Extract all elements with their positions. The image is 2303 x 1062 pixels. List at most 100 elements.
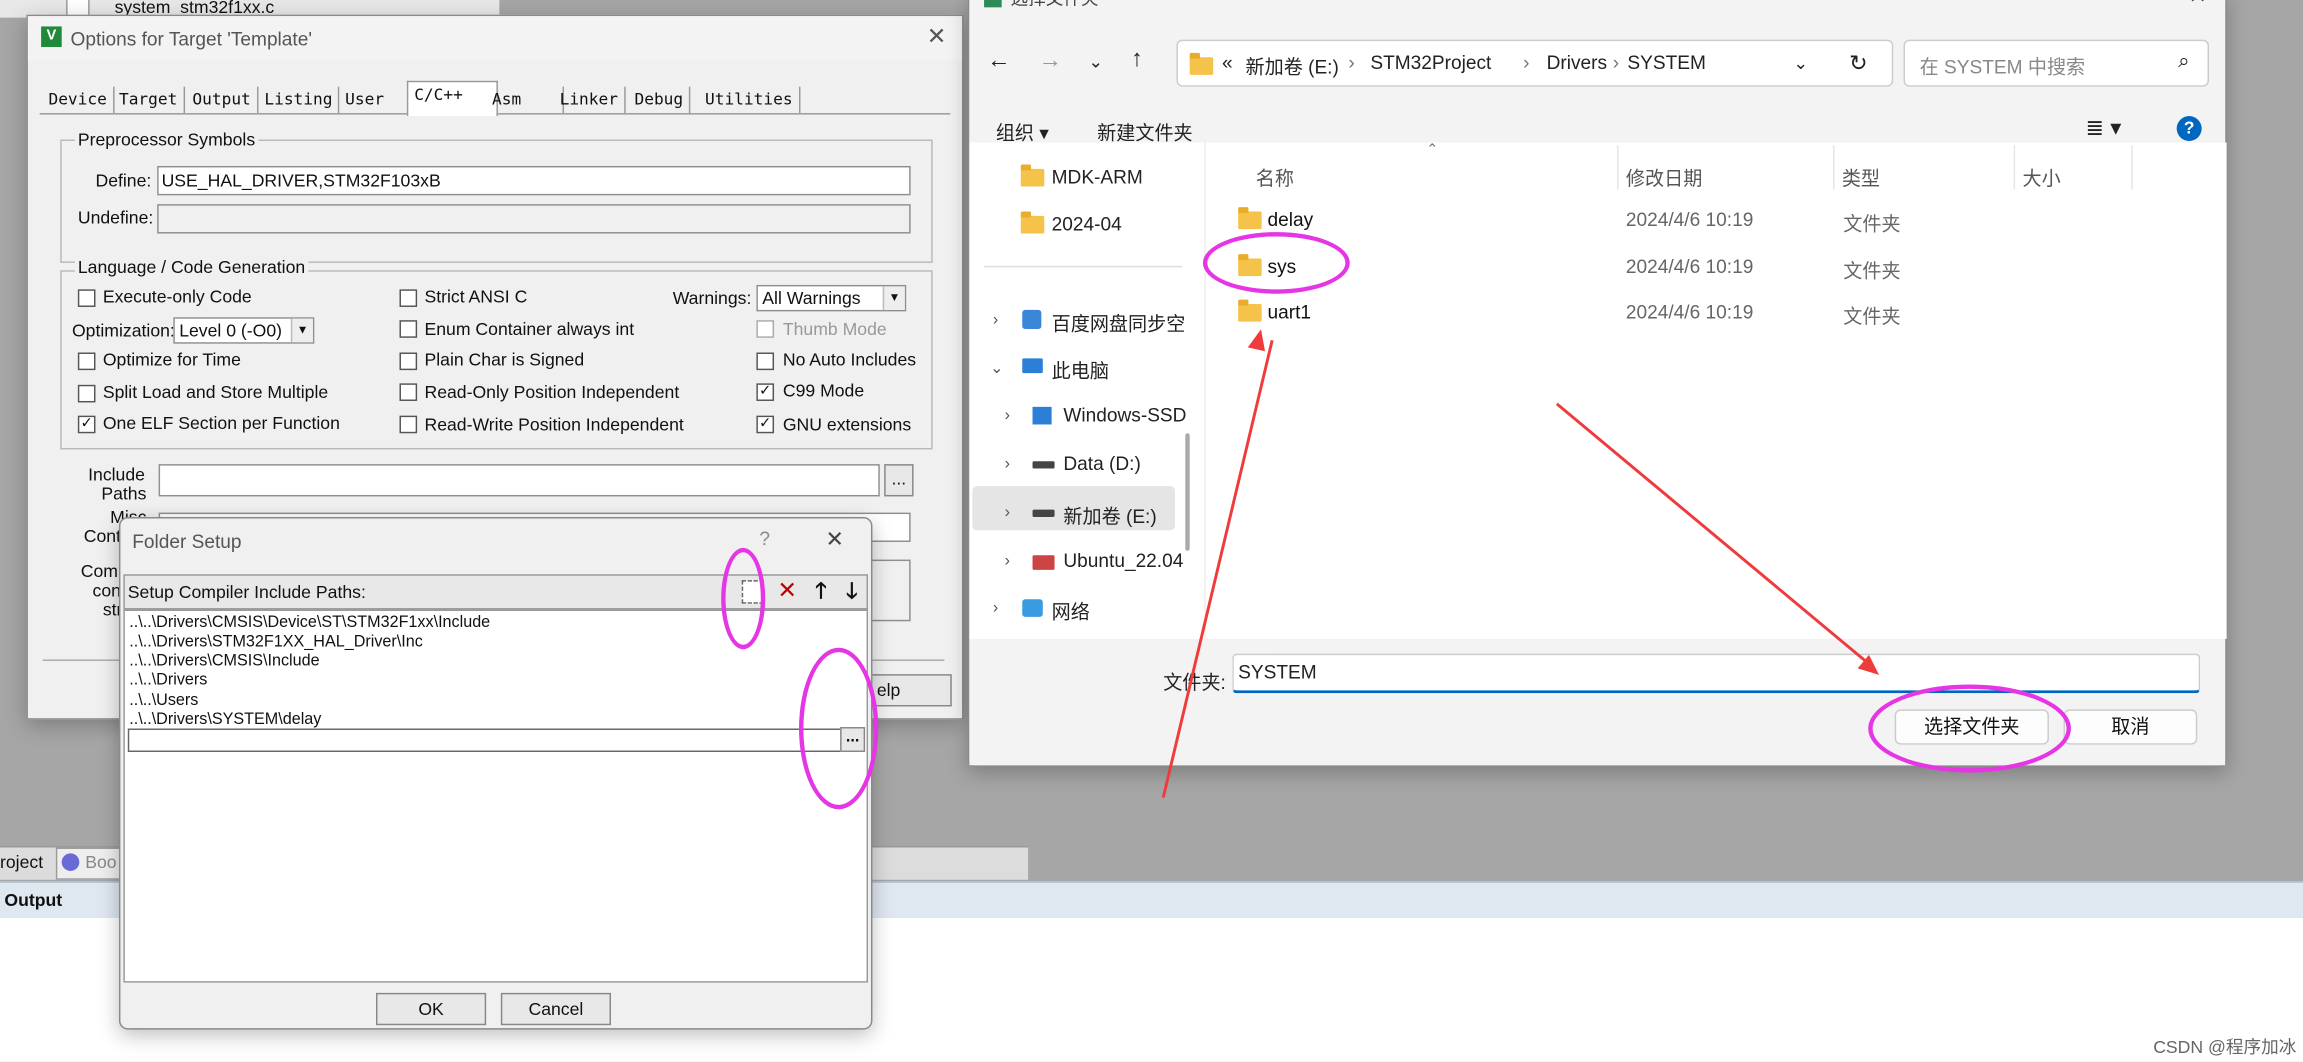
define-input[interactable]: USE_HAL_DRIVER,STM32F103xB [157, 165, 911, 196]
organize-button[interactable]: 组织 ▾ [996, 118, 1049, 146]
up-icon[interactable]: ↑ [1131, 47, 1143, 73]
address-chevron-down-icon[interactable]: ⌄ [1793, 53, 1808, 74]
folder-icon [1020, 164, 1045, 187]
chevron-right-icon[interactable]: › [993, 599, 998, 617]
breadcrumb-system[interactable]: SYSTEM [1627, 51, 1706, 73]
chevron-right-icon[interactable]: › [1005, 455, 1010, 473]
execute-only-checkbox[interactable] [77, 289, 96, 307]
tab-user[interactable]: User [339, 86, 412, 114]
chevron-right-icon[interactable]: › [1005, 407, 1010, 425]
path-item[interactable]: ..\..\Users [129, 692, 198, 710]
ro-pos-checkbox[interactable] [399, 383, 418, 401]
enum-container-checkbox[interactable] [399, 320, 418, 338]
folder-icon [1238, 299, 1262, 322]
view-list-icon[interactable]: ≣ ▾ [2086, 115, 2122, 141]
tab-device[interactable]: Device [43, 86, 115, 114]
path-item[interactable]: ..\..\Drivers\CMSIS\Device\ST\STM32F1xx\… [129, 614, 490, 632]
split-load-checkbox[interactable] [77, 384, 96, 403]
ok-button[interactable]: OK [376, 992, 487, 1026]
column-size[interactable]: 大小 [2022, 163, 2060, 191]
nav-item-data-d[interactable]: Data (D:) [1063, 452, 1140, 474]
nav-item-mdk-arm[interactable]: MDK-ARM [1052, 166, 1143, 188]
tab-c-cpp[interactable]: C/C++ [406, 80, 498, 117]
tab-debug[interactable]: Debug [629, 86, 691, 114]
project-tab[interactable]: roject [0, 852, 43, 873]
breadcrumb-drivers[interactable]: Drivers [1547, 51, 1607, 73]
tab-utilities[interactable]: Utilities [699, 86, 800, 114]
chevron-right-icon[interactable]: › [1005, 552, 1010, 570]
back-icon[interactable]: ← [987, 48, 1011, 74]
file-dialog-close-icon[interactable]: ✕ [2188, 0, 2206, 9]
options-close-icon[interactable]: ✕ [927, 22, 947, 51]
column-date[interactable]: 修改日期 [1626, 163, 1702, 191]
address-bar[interactable]: « 新加卷 (E:) › STM32Project › Drivers › SY… [1176, 39, 1894, 87]
warnings-label: Warnings: [672, 287, 752, 309]
nav-item-network[interactable]: 网络 [1052, 596, 1090, 624]
chevron-down-icon[interactable]: ⌄ [990, 358, 1004, 378]
path-item[interactable]: ..\..\Drivers\SYSTEM\delay [129, 711, 321, 729]
rw-pos-checkbox[interactable] [399, 415, 418, 434]
refresh-icon[interactable]: ↻ [1849, 50, 1867, 76]
nav-item-drive-e[interactable]: 新加卷 (E:) [1063, 501, 1156, 529]
warnings-value: All Warnings [762, 287, 861, 309]
no-auto-includes-checkbox[interactable] [756, 352, 775, 371]
search-input[interactable]: 在 SYSTEM 中搜索 [1920, 51, 2086, 79]
gnu-extensions-checkbox[interactable]: ✓ [756, 415, 775, 434]
tab-asm[interactable]: Asm [486, 86, 564, 114]
optimization-select[interactable]: Level 0 (-O0) ▼ [173, 317, 315, 344]
new-folder-button[interactable]: 新建文件夹 [1097, 118, 1192, 146]
strict-ansi-checkbox[interactable] [399, 289, 418, 307]
tab-output[interactable]: Output [187, 86, 259, 114]
move-up-icon[interactable]: 🡑 [806, 576, 835, 605]
breadcrumb-stm32project[interactable]: STM32Project [1370, 51, 1491, 73]
nav-item-baidu[interactable]: 百度网盘同步空 [1052, 308, 1186, 336]
help-icon[interactable]: ? [759, 527, 770, 549]
tab-listing[interactable]: Listing [259, 86, 340, 114]
include-browse-button[interactable]: ... [884, 464, 914, 497]
chevron-right-icon[interactable]: › [1005, 504, 1010, 522]
path-item[interactable]: ..\..\Drivers [129, 671, 207, 689]
tab-linker[interactable]: Linker [554, 86, 626, 114]
move-down-icon[interactable]: 🡓 [837, 576, 866, 605]
plain-char-checkbox[interactable] [399, 352, 418, 371]
folder-icon [1020, 211, 1045, 234]
nav-item-ubuntu[interactable]: Ubuntu_22.04 [1063, 549, 1183, 571]
forward-icon[interactable]: → [1038, 48, 1062, 74]
cancel-button[interactable]: Cancel [500, 992, 611, 1026]
path-edit-input[interactable] [127, 728, 845, 752]
c99-mode-checkbox[interactable]: ✓ [756, 383, 775, 401]
folder-input[interactable]: SYSTEM [1232, 653, 2201, 694]
table-row[interactable]: uart1 2024/4/6 10:19 文件夹 [1206, 291, 2219, 332]
recent-chevron-icon[interactable]: ⌄ [1088, 51, 1103, 72]
thumb-mode-checkbox[interactable] [756, 320, 775, 338]
breadcrumb-drive-e[interactable]: 新加卷 (E:) [1246, 51, 1339, 79]
nav-item-windows-ssd[interactable]: Windows-SSD [1063, 404, 1186, 426]
file-dialog-cancel-button[interactable]: 取消 [2063, 709, 2198, 745]
compiler-control-label-2: con [92, 580, 121, 601]
screen: system_stm32f1xx.c roject Boo Output V O… [0, 0, 2303, 1062]
delete-icon[interactable]: ✕ [773, 576, 802, 605]
file-type: 文件夹 [1843, 212, 1901, 235]
nav-item-this-pc[interactable]: 此电脑 [1052, 355, 1109, 383]
one-elf-checkbox[interactable]: ✓ [77, 415, 96, 434]
undefine-input[interactable] [157, 204, 911, 234]
nav-scrollbar[interactable] [1185, 433, 1190, 551]
search-box[interactable]: 在 SYSTEM 中搜索 ⌕ [1903, 39, 2209, 87]
table-row[interactable]: delay 2024/4/6 10:19 文件夹 [1206, 198, 2219, 239]
path-item[interactable]: ..\..\Drivers\STM32F1XX_HAL_Driver\Inc [129, 633, 423, 651]
help-icon[interactable]: ? [2176, 116, 2202, 141]
books-tab[interactable]: Boo [55, 847, 124, 880]
warnings-select[interactable]: All Warnings ▼ [756, 284, 907, 312]
path-item[interactable]: ..\..\Drivers\CMSIS\Include [129, 652, 319, 670]
nav-item-2024-04[interactable]: 2024-04 [1052, 213, 1122, 235]
search-icon[interactable]: ⌕ [2178, 48, 2190, 73]
table-row[interactable]: sys 2024/4/6 10:19 文件夹 [1206, 245, 2219, 286]
breadcrumb-overflow[interactable]: « [1222, 51, 1233, 73]
tab-target[interactable]: Target [113, 86, 185, 114]
optimize-time-checkbox[interactable] [77, 352, 96, 371]
column-type[interactable]: 类型 [1842, 163, 1880, 191]
chevron-right-icon[interactable]: › [993, 311, 998, 329]
include-paths-input[interactable] [158, 464, 880, 497]
column-name[interactable]: 名称 [1256, 163, 1294, 191]
folder-setup-close-icon[interactable]: ✕ [825, 526, 843, 552]
